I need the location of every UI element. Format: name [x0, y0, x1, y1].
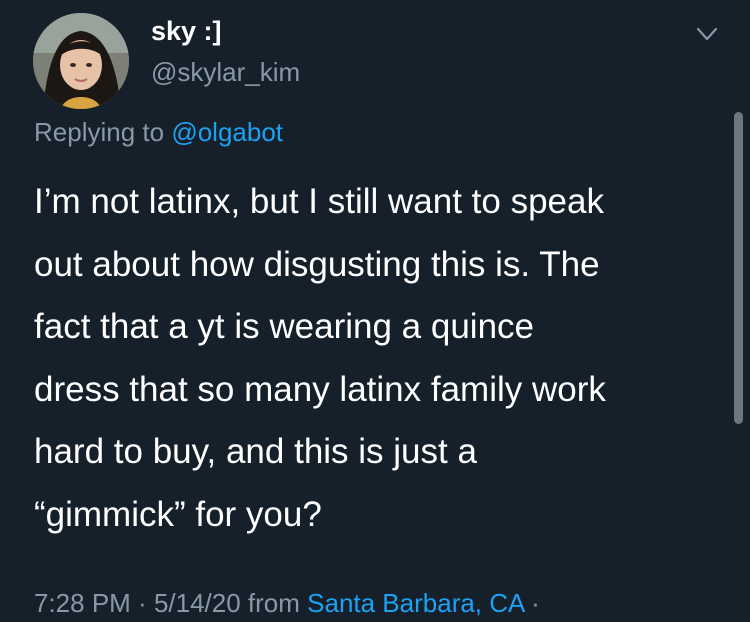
separator-dot: ·: [130, 588, 154, 618]
tweet-time[interactable]: 7:28 PM: [34, 588, 131, 618]
tweet-text-line: hard to buy, and this is just a: [34, 432, 477, 471]
tweet-text: I’m not latinx, but I still want to spea…: [34, 171, 714, 546]
tweet-text-line: “gimmick” for you?: [34, 494, 322, 534]
chevron-down-icon: [696, 27, 718, 41]
from-label: from: [240, 588, 308, 618]
avatar[interactable]: [33, 13, 129, 109]
mention-link[interactable]: @olgabot: [171, 117, 283, 147]
display-name[interactable]: sky :]: [151, 16, 222, 47]
more-options-button[interactable]: [692, 20, 722, 50]
tweet-text-line: dress that so many latinx family work: [34, 369, 606, 409]
replying-to-label: Replying to: [34, 117, 165, 147]
location-link[interactable]: Santa Barbara, CA: [307, 588, 524, 618]
tweet-date[interactable]: 5/14/20: [154, 588, 241, 618]
tweet-text-line: I’m not latinx, but I still want to spea…: [34, 182, 604, 221]
tweet-text-line: out about how disgusting this is. The: [34, 244, 600, 284]
replying-to: Replying to @olgabot: [34, 117, 283, 148]
user-avatar-photo: [33, 13, 129, 109]
tweet-metadata: 7:28 PM · 5/14/20 from Santa Barbara, CA…: [34, 588, 540, 619]
separator-dot: ·: [523, 588, 540, 618]
user-handle[interactable]: @skylar_kim: [151, 57, 300, 88]
tweet-card: sky :] @skylar_kim Replying to @olgabot …: [0, 0, 750, 622]
tweet-text-line: fact that a yt is wearing a quince: [34, 307, 534, 346]
scrollbar[interactable]: [734, 112, 743, 424]
